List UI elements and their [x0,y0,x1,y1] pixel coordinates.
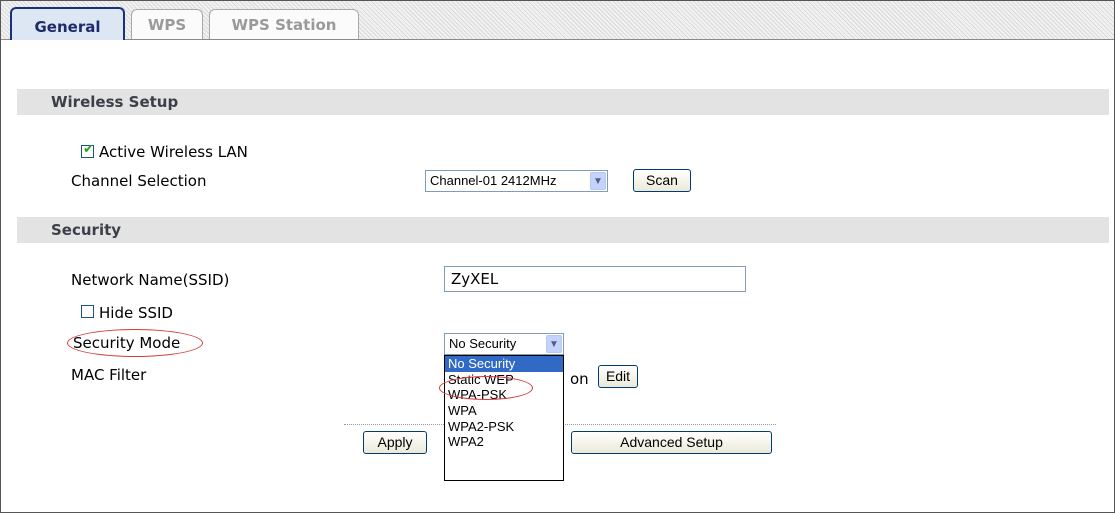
ssid-input[interactable]: ZyXEL [444,266,746,292]
security-mode-option-wpa2-psk[interactable]: WPA2-PSK [445,419,563,435]
security-mode-option-wpa[interactable]: WPA [445,403,563,419]
security-mode-label: Security Mode [73,334,181,352]
tab-wps[interactable]: WPS [131,9,203,39]
edit-button[interactable]: Edit [598,365,638,388]
active-wireless-lan-checkbox[interactable]: ✔ [81,142,94,158]
security-mode-select-value: No Security [449,336,517,351]
channel-select[interactable]: Channel-01 2412MHz ▼ [425,170,608,192]
chevron-down-icon[interactable]: ▼ [546,335,562,353]
mac-filter-label: MAC Filter [71,366,147,384]
section-header-security: Security [17,217,1109,243]
security-mode-option-wpa-psk[interactable]: WPA-PSK [445,387,563,403]
channel-select-value: Channel-01 2412MHz [430,173,557,188]
tab-bar: General WPS WPS Station [1,1,1114,40]
hide-ssid-label: Hide SSID [99,304,173,322]
hide-ssid-checkbox[interactable] [81,305,94,318]
advanced-setup-button[interactable]: Advanced Setup [571,431,772,454]
tab-general[interactable]: General [10,7,125,40]
mac-filter-status-text: on [570,370,589,388]
security-mode-dropdown-list[interactable]: No Security Static WEP WPA-PSK WPA WPA2-… [444,355,564,481]
ssid-label: Network Name(SSID) [71,271,230,289]
section-header-wireless-setup: Wireless Setup [17,89,1109,115]
channel-selection-label: Channel Selection [71,172,207,190]
security-mode-select[interactable]: No Security ▼ [444,333,564,355]
security-mode-option-wpa2[interactable]: WPA2 [445,434,563,450]
tab-wps-station[interactable]: WPS Station [209,9,359,39]
apply-button[interactable]: Apply [363,431,427,454]
scan-button[interactable]: Scan [633,169,691,192]
checkmark-icon: ✔ [83,142,94,157]
chevron-down-icon[interactable]: ▼ [590,172,606,190]
security-mode-option-no-security[interactable]: No Security [445,356,563,372]
security-mode-option-static-wep[interactable]: Static WEP [445,372,563,388]
active-wireless-lan-label: Active Wireless LAN [99,143,248,161]
